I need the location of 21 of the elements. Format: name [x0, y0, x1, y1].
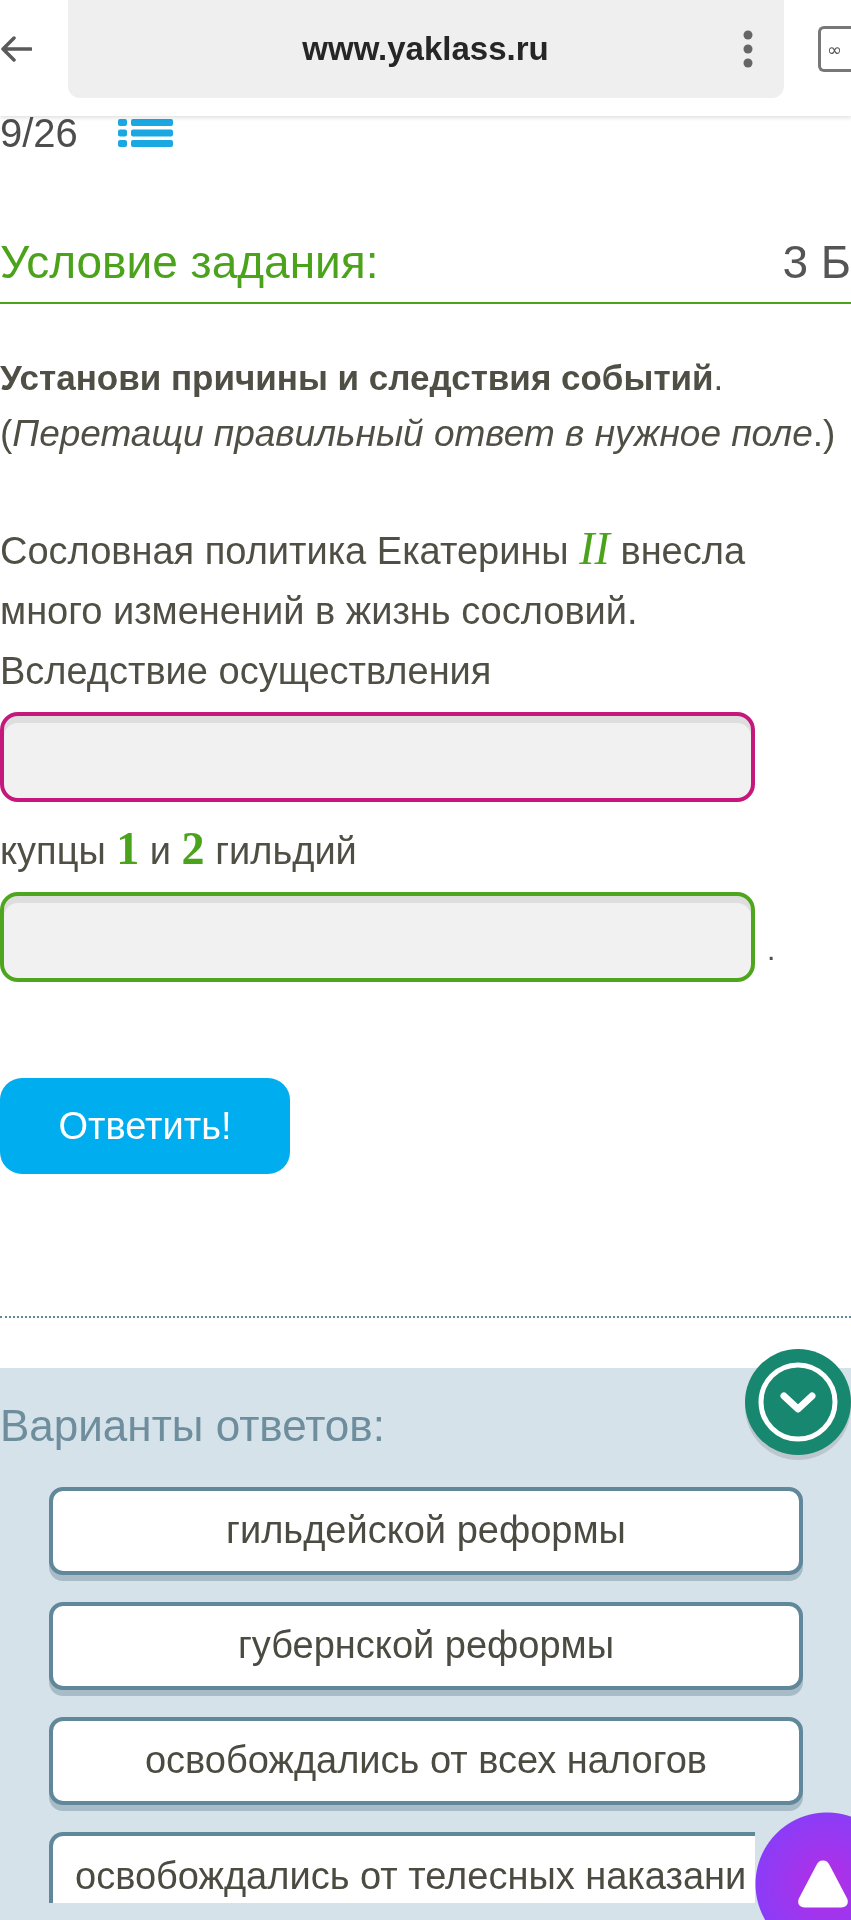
address-bar[interactable]: www.yaklass.ru	[68, 0, 784, 98]
chevron-circle-icon	[758, 1362, 838, 1442]
triangle-icon	[795, 1858, 851, 1910]
task-text: купцы 1 и 2 гильдий	[0, 822, 358, 876]
points-text: 3 Б	[782, 235, 851, 290]
back-arrow-icon[interactable]	[0, 34, 32, 64]
section-title: Условие задания:	[0, 235, 379, 290]
menu-icon[interactable]	[743, 30, 753, 68]
task-text: Сословная политика Екатерины II внесла много изменений в жизнь сословий. Вследствие осуществления	[0, 522, 747, 694]
tab-switcher-button[interactable]: ∞	[818, 26, 851, 72]
url-text: www.yaklass.ru	[301, 30, 550, 68]
drop-field[interactable]	[0, 892, 755, 982]
list-icon[interactable]	[117, 119, 173, 147]
assistant-button[interactable]	[755, 1812, 851, 1920]
answers-heading: Варианты ответов:	[0, 1400, 385, 1452]
hint-text: (Перетащи правильный ответ в нужное поле.)	[0, 412, 837, 456]
drop-field[interactable]	[0, 712, 755, 802]
period-text: .	[767, 932, 776, 968]
instruction-text: Установи причины и следствия событий.	[0, 357, 725, 399]
progress-text: 9/26	[0, 116, 78, 150]
answer-option[interactable]: освобождались от телесных наказани	[49, 1832, 755, 1903]
